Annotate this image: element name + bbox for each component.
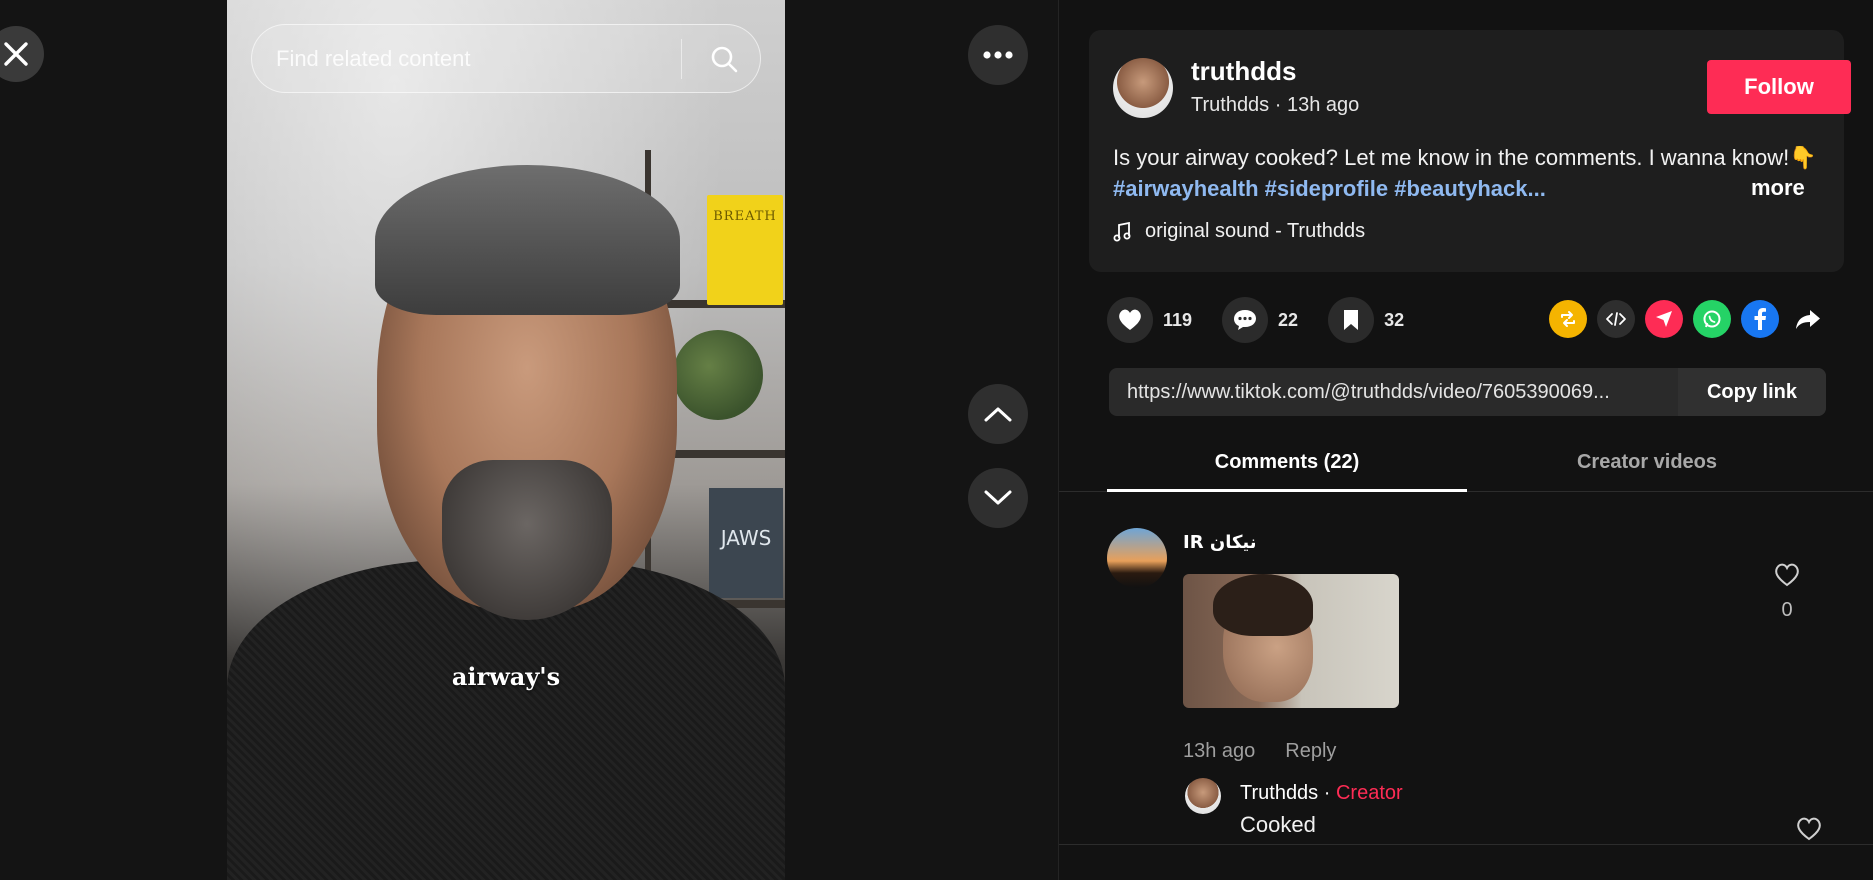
comment-button[interactable]: 22	[1222, 297, 1298, 343]
search-bar[interactable]	[251, 24, 761, 93]
reply-like-button[interactable]	[1795, 816, 1823, 847]
chevron-down-icon	[984, 490, 1012, 505]
like-button[interactable]: 119	[1107, 297, 1192, 343]
search-divider	[681, 38, 682, 79]
engagement-actions: 119 22 32	[1107, 296, 1434, 344]
search-icon[interactable]	[700, 35, 748, 83]
more-options-button[interactable]	[968, 25, 1028, 85]
reply-button[interactable]: Reply	[1285, 740, 1336, 763]
close-icon	[4, 42, 28, 66]
panel-tabs: Comments (22) Creator videos	[1059, 440, 1873, 492]
tab-creator-videos[interactable]: Creator videos	[1467, 440, 1827, 492]
video-stage: BREATH JAWS airway's	[0, 0, 1058, 880]
chevron-up-icon	[984, 407, 1012, 422]
bookmark-icon	[1344, 310, 1359, 330]
video-link-url[interactable]: https://www.tiktok.com/@truthdds/video/7…	[1109, 381, 1678, 404]
sound-link[interactable]: original sound - Truthdds	[1113, 220, 1365, 243]
copy-link-button[interactable]: Copy link	[1678, 368, 1826, 416]
send-icon[interactable]	[1645, 300, 1683, 338]
author-username[interactable]: truthdds	[1191, 56, 1296, 87]
reply-separator: ·	[1318, 782, 1336, 804]
book-breath: BREATH	[707, 195, 783, 305]
comment-meta: 13h ago Reply	[1183, 740, 1336, 763]
reply-text: Cooked	[1240, 812, 1316, 837]
comment-bubble-icon	[1234, 310, 1257, 330]
comment-image[interactable]	[1183, 574, 1399, 708]
next-video-button[interactable]	[968, 468, 1028, 528]
book-jaws: JAWS	[709, 488, 783, 598]
reply-author-line: Truthdds · Creator	[1240, 782, 1403, 805]
search-input[interactable]	[276, 45, 663, 72]
plant	[673, 330, 763, 420]
music-note-icon	[1113, 221, 1131, 241]
comment-like-button[interactable]: 0	[1767, 562, 1807, 622]
reply-author[interactable]: Truthdds	[1240, 782, 1318, 804]
author-subline: Truthdds · 13h ago	[1191, 94, 1360, 116]
comment-image-hair	[1213, 574, 1313, 636]
repost-icon[interactable]	[1549, 300, 1587, 338]
comment-like-count: 0	[1781, 599, 1793, 621]
commenter-name[interactable]: IR نیکان	[1183, 532, 1257, 553]
video-player[interactable]: BREATH JAWS airway's	[227, 0, 785, 880]
heart-outline-icon	[1797, 817, 1821, 841]
save-count: 32	[1384, 309, 1405, 330]
comment-count: 22	[1278, 309, 1299, 330]
video-link-box: https://www.tiktok.com/@truthdds/video/7…	[1109, 368, 1826, 416]
details-panel: truthdds Truthdds · 13h ago Follow Is yo…	[1058, 0, 1873, 880]
divider	[1059, 844, 1873, 845]
creator-badge: Creator	[1335, 782, 1403, 804]
post-description: Is your airway cooked? Let me know in th…	[1113, 142, 1823, 204]
save-button[interactable]: 32	[1328, 297, 1404, 343]
person-beard	[442, 460, 612, 620]
close-button[interactable]	[0, 26, 44, 82]
person-hair	[375, 165, 680, 315]
reply-avatar[interactable]	[1185, 778, 1221, 814]
commenter-avatar[interactable]	[1107, 528, 1167, 588]
follow-button[interactable]: Follow	[1707, 60, 1851, 114]
author-avatar[interactable]	[1113, 58, 1173, 118]
share-buttons	[1549, 300, 1827, 338]
facebook-icon[interactable]	[1741, 300, 1779, 338]
embed-icon[interactable]	[1597, 300, 1635, 338]
more-link[interactable]: more	[1751, 175, 1805, 201]
tab-comments[interactable]: Comments (22)	[1107, 440, 1467, 492]
post-info-card: truthdds Truthdds · 13h ago Follow Is yo…	[1089, 30, 1851, 272]
like-count: 119	[1163, 309, 1193, 330]
hashtags[interactable]: #airwayhealth #sideprofile #beautyhack..…	[1113, 176, 1546, 201]
share-arrow-icon[interactable]	[1789, 300, 1827, 338]
heart-icon	[1119, 309, 1141, 330]
previous-video-button[interactable]	[968, 384, 1028, 444]
ellipsis-icon	[983, 51, 1013, 59]
sound-label: original sound - Truthdds	[1145, 220, 1366, 242]
heart-outline-icon	[1775, 563, 1799, 587]
video-caption: airway's	[451, 662, 561, 691]
comment-time: 13h ago	[1183, 740, 1256, 762]
description-text: Is your airway cooked? Let me know in th…	[1113, 145, 1817, 170]
whatsapp-icon[interactable]	[1693, 300, 1731, 338]
